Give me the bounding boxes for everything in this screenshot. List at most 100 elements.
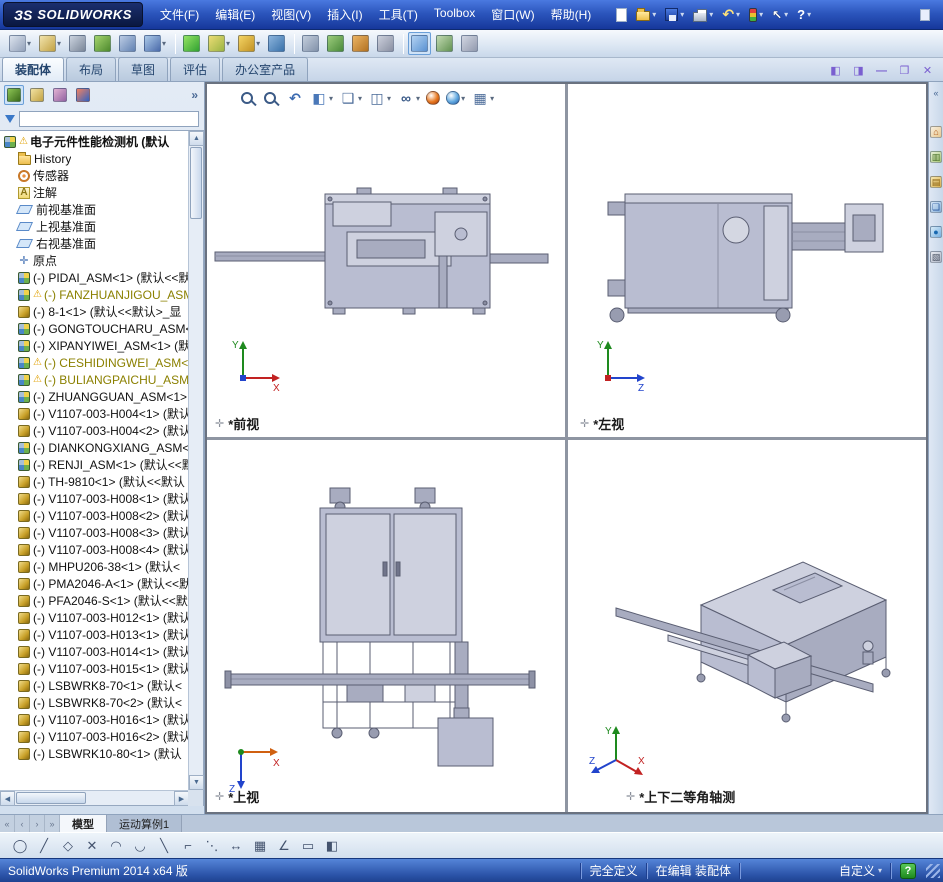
- tab-assembly[interactable]: 装配体: [2, 57, 65, 81]
- tree-item[interactable]: (-) LSBWRK8-70<1> (默认<: [0, 677, 188, 694]
- tree-item[interactable]: ✛ 原点: [0, 252, 188, 269]
- tree-vertical-scrollbar[interactable]: ▲ ▼: [188, 131, 204, 790]
- configurationmanager-tab[interactable]: [50, 85, 70, 105]
- tree-item[interactable]: (-) LSBWRK10-80<1> (默认: [0, 745, 188, 762]
- close-window-button[interactable]: ✕: [920, 64, 935, 77]
- section-view-button[interactable]: ◧ ▾: [310, 89, 333, 107]
- propertymanager-tab[interactable]: [27, 85, 47, 105]
- last-tab-button[interactable]: »: [45, 815, 60, 832]
- next-tab-button[interactable]: ›: [30, 815, 45, 832]
- tree-item[interactable]: (-) TH-9810<1> (默认<<默认: [0, 473, 188, 490]
- featuremanager-tab[interactable]: [4, 85, 24, 105]
- tab-sketch[interactable]: 草图: [118, 57, 169, 81]
- help-button[interactable]: ? ▾: [794, 5, 814, 24]
- assembly-features-button[interactable]: ▾: [205, 32, 233, 55]
- menu-tools[interactable]: 工具(T): [371, 2, 426, 27]
- menu-insert[interactable]: 插入(I): [319, 2, 370, 27]
- open-button[interactable]: ▾: [633, 6, 659, 23]
- tree-item[interactable]: (-) 8-1<1> (默认<<默认>_显: [0, 303, 188, 320]
- tree-item[interactable]: (-) ZHUANGGUAN_ASM<1> (默: [0, 388, 188, 405]
- sketch-angle-button[interactable]: ∠: [272, 835, 296, 857]
- tree-item[interactable]: ⚠ (-) FANZHUANJIGOU_ASM: [0, 286, 188, 303]
- tree-item[interactable]: 右视基准面: [0, 235, 188, 252]
- taskpane-collapse-icon[interactable]: «: [933, 88, 938, 98]
- sketch-rectangle-button[interactable]: ▭: [296, 835, 320, 857]
- solidworks-resources-button[interactable]: ⌂: [930, 126, 942, 138]
- custom-properties-button[interactable]: ▧: [930, 251, 942, 263]
- sketch-trim-button[interactable]: ✕: [80, 835, 104, 857]
- menu-help[interactable]: 帮助(H): [543, 2, 600, 27]
- tab-layout[interactable]: 布局: [66, 57, 117, 81]
- tree-item[interactable]: (-) GONGTOUCHARU_ASM<1: [0, 320, 188, 337]
- undo-button[interactable]: ↶ ▾: [719, 4, 743, 25]
- insert-components-button[interactable]: ▾: [6, 32, 34, 55]
- zoom-fit-button[interactable]: [240, 90, 257, 106]
- viewport-top[interactable]: X Z ✛ *上视: [207, 440, 565, 812]
- sketch-slot-button[interactable]: ◧: [320, 835, 344, 857]
- tree-item[interactable]: (-) RENJI_ASM<1> (默认<<默: [0, 456, 188, 473]
- edit-appearance-button[interactable]: [426, 91, 441, 105]
- viewport-layout-button[interactable]: [408, 32, 432, 55]
- toolbar-options-button[interactable]: [917, 7, 933, 23]
- sketch-polygon-button[interactable]: ◇: [56, 835, 80, 857]
- quick-tips-icon[interactable]: ?: [900, 862, 916, 879]
- smart-fasteners-button[interactable]: [66, 32, 89, 55]
- viewport-left[interactable]: Y Z ✛ *左视: [568, 84, 926, 437]
- previous-view-button[interactable]: ↶: [286, 89, 304, 107]
- sketch-centerline-button[interactable]: ╲: [152, 835, 176, 857]
- tree-item[interactable]: History: [0, 150, 188, 167]
- tree-item[interactable]: 上视基准面: [0, 218, 188, 235]
- view-palette-button[interactable]: ❏: [930, 201, 942, 213]
- rotate-component-button[interactable]: ▾: [141, 32, 169, 55]
- sketch-grid-button[interactable]: ▦: [248, 835, 272, 857]
- prev-tab-button[interactable]: ‹: [15, 815, 30, 832]
- new-button[interactable]: [613, 6, 630, 24]
- tree-filter-input[interactable]: [19, 111, 199, 127]
- tree-item[interactable]: 传感器: [0, 167, 188, 184]
- horizontal-scrollbar-thumb[interactable]: [16, 792, 86, 804]
- display-settings-button[interactable]: [433, 32, 456, 55]
- tree-item[interactable]: (-) V1107-003-H008<2> (默认: [0, 507, 188, 524]
- tree-item[interactable]: (-) V1107-003-H008<4> (默认: [0, 541, 188, 558]
- tree-item[interactable]: A 注解: [0, 184, 188, 201]
- displaymanager-tab[interactable]: [73, 85, 93, 105]
- hide-show-items-button[interactable]: ∞ ▾: [397, 89, 420, 107]
- tree-item[interactable]: ⚠ 电子元件性能检测机 (默认: [0, 133, 188, 150]
- restore-window-button[interactable]: ❐: [897, 64, 912, 77]
- tree-item[interactable]: (-) V1107-003-H015<1> (默认: [0, 660, 188, 677]
- vertical-scrollbar-thumb[interactable]: [190, 147, 202, 219]
- apply-scene-button[interactable]: ▾: [446, 91, 465, 105]
- sketch-arc-button[interactable]: ◠: [104, 835, 128, 857]
- print-button[interactable]: ▾: [690, 6, 716, 24]
- sketch-convert-entities-button[interactable]: ⋱: [200, 835, 224, 857]
- tree-item[interactable]: ⚠ (-) CESHIDINGWEI_ASM<: [0, 354, 188, 371]
- pane-left-button[interactable]: ◧: [828, 64, 843, 77]
- tree-item[interactable]: (-) XIPANYIWEI_ASM<1> (默: [0, 337, 188, 354]
- menu-edit[interactable]: 编辑(E): [207, 2, 263, 27]
- sketch-offset-button[interactable]: ⌐: [176, 835, 200, 857]
- sketch-circle-button[interactable]: ◯: [8, 835, 32, 857]
- filter-funnel-icon[interactable]: [5, 115, 15, 123]
- tree-item[interactable]: (-) PFA2046-S<1> (默认<<默: [0, 592, 188, 609]
- menu-view[interactable]: 视图(V): [263, 2, 319, 27]
- tree-item[interactable]: (-) V1107-003-H008<3> (默认: [0, 524, 188, 541]
- menu-window[interactable]: 窗口(W): [483, 2, 542, 27]
- move-component-button[interactable]: [116, 32, 139, 55]
- tree-item[interactable]: (-) PMA2046-A<1> (默认<<默: [0, 575, 188, 592]
- selection-filter-button[interactable]: [180, 32, 203, 55]
- select-button[interactable]: ↖ ▾: [769, 6, 791, 24]
- tab-motion-study-1[interactable]: 运动算例1: [107, 815, 183, 832]
- scroll-left-icon[interactable]: ◀: [0, 791, 15, 806]
- status-custom-dropdown[interactable]: 自定义 ▾: [839, 862, 882, 879]
- mate-button[interactable]: ▾: [36, 32, 64, 55]
- tab-office[interactable]: 办公室产品: [222, 57, 309, 81]
- tree-item[interactable]: ⚠ (-) BULIANGPAICHU_ASM-: [0, 371, 188, 388]
- zoom-area-button[interactable]: [263, 90, 280, 106]
- instant3d-button[interactable]: [265, 32, 288, 55]
- interference-detection-button[interactable]: [349, 32, 372, 55]
- tree-item[interactable]: (-) V1107-003-H013<1> (默认: [0, 626, 188, 643]
- measure-button[interactable]: [374, 32, 397, 55]
- tree-horizontal-scrollbar[interactable]: ◀ ▶: [0, 790, 189, 806]
- bill-of-materials-button[interactable]: [299, 32, 322, 55]
- tree-item[interactable]: (-) PIDAI_ASM<1> (默认<<默: [0, 269, 188, 286]
